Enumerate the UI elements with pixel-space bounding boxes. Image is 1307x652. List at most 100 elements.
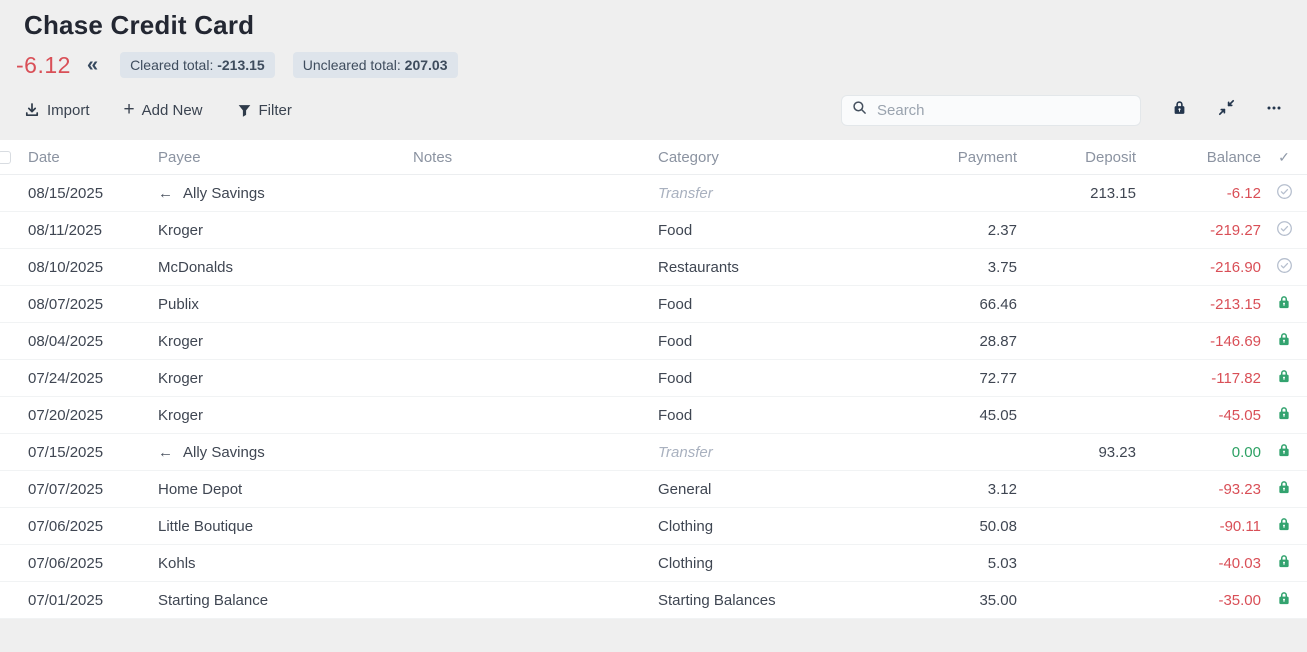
- reconciled-lock-icon[interactable]: [1276, 553, 1292, 573]
- transaction-date[interactable]: 08/11/2025: [24, 222, 152, 239]
- transaction-payment[interactable]: 3.12: [867, 481, 1017, 498]
- transaction-date[interactable]: 08/04/2025: [24, 333, 152, 350]
- transaction-deposit[interactable]: 93.23: [1017, 444, 1136, 461]
- transaction-date[interactable]: 07/20/2025: [24, 407, 152, 424]
- reconciled-lock-icon[interactable]: [1276, 516, 1292, 536]
- transaction-payee-cell[interactable]: Starting Balance: [152, 592, 407, 609]
- transactions-table: Date Payee Notes Category Payment Deposi…: [0, 140, 1307, 619]
- cleared-check-icon[interactable]: [1276, 183, 1293, 204]
- transaction-date[interactable]: 07/24/2025: [24, 370, 152, 387]
- search-box[interactable]: [841, 95, 1141, 126]
- reconciled-lock-icon[interactable]: [1276, 294, 1292, 314]
- transaction-date[interactable]: 07/01/2025: [24, 592, 152, 609]
- transaction-date[interactable]: 07/07/2025: [24, 481, 152, 498]
- transaction-category[interactable]: Food: [652, 333, 867, 350]
- transaction-category[interactable]: Restaurants: [652, 259, 867, 276]
- transaction-payee-cell[interactable]: Little Boutique: [152, 518, 407, 535]
- transaction-status-cell[interactable]: [1261, 183, 1307, 204]
- transaction-payee-cell[interactable]: Kroger: [152, 407, 407, 424]
- transaction-category[interactable]: Food: [652, 407, 867, 424]
- cleared-check-icon[interactable]: [1276, 220, 1293, 241]
- transaction-payment[interactable]: 2.37: [867, 222, 1017, 239]
- table-header-row: Date Payee Notes Category Payment Deposi…: [0, 140, 1307, 175]
- transaction-date[interactable]: 07/06/2025: [24, 518, 152, 535]
- transaction-category[interactable]: Transfer: [652, 185, 867, 202]
- transaction-payee-cell[interactable]: ← Ally Savings: [152, 444, 407, 461]
- transaction-category[interactable]: Transfer: [652, 444, 867, 461]
- reconciled-lock-icon[interactable]: [1276, 331, 1292, 351]
- transaction-balance: -90.11: [1136, 518, 1261, 535]
- transaction-status-cell[interactable]: [1261, 479, 1307, 499]
- transaction-date[interactable]: 07/06/2025: [24, 555, 152, 572]
- transaction-status-cell[interactable]: [1261, 442, 1307, 462]
- transaction-payment[interactable]: 5.03: [867, 555, 1017, 572]
- transaction-payment[interactable]: 72.77: [867, 370, 1017, 387]
- transaction-balance: -45.05: [1136, 407, 1261, 424]
- import-icon: [24, 102, 40, 118]
- transaction-payee-cell[interactable]: McDonalds: [152, 259, 407, 276]
- filter-label: Filter: [259, 102, 292, 119]
- transaction-payment[interactable]: 35.00: [867, 592, 1017, 609]
- transaction-category[interactable]: Starting Balances: [652, 592, 867, 609]
- reconciled-lock-icon[interactable]: [1276, 479, 1292, 499]
- transaction-status-cell[interactable]: [1261, 331, 1307, 351]
- transaction-payee: Kroger: [158, 222, 203, 239]
- transaction-date[interactable]: 07/15/2025: [24, 444, 152, 461]
- transaction-payee: Publix: [158, 296, 199, 313]
- transaction-date[interactable]: 08/10/2025: [24, 259, 152, 276]
- reconciled-lock-icon[interactable]: [1276, 368, 1292, 388]
- transaction-category[interactable]: Food: [652, 370, 867, 387]
- transaction-status-cell[interactable]: [1261, 553, 1307, 573]
- search-input[interactable]: [875, 101, 1130, 120]
- transaction-category[interactable]: Food: [652, 222, 867, 239]
- transaction-date[interactable]: 08/07/2025: [24, 296, 152, 313]
- collapse-transactions-button[interactable]: [1218, 99, 1235, 121]
- uncleared-total-badge: Uncleared total: 207.03: [293, 52, 458, 78]
- filter-button[interactable]: Filter: [237, 102, 292, 119]
- transaction-payee-cell[interactable]: Kroger: [152, 222, 407, 239]
- transaction-balance: -216.90: [1136, 259, 1261, 276]
- transaction-row: 08/15/2025 ← Ally Savings Transfer 213.1…: [0, 175, 1307, 212]
- transaction-status-cell[interactable]: [1261, 294, 1307, 314]
- import-button[interactable]: Import: [24, 102, 90, 119]
- transaction-category[interactable]: Clothing: [652, 555, 867, 572]
- transaction-status-cell[interactable]: [1261, 516, 1307, 536]
- transaction-payment[interactable]: 45.05: [867, 407, 1017, 424]
- transaction-payee-cell[interactable]: Kroger: [152, 370, 407, 387]
- transaction-deposit[interactable]: 213.15: [1017, 185, 1136, 202]
- collapse-totals-button[interactable]: «: [87, 55, 98, 75]
- transaction-payment[interactable]: 28.87: [867, 333, 1017, 350]
- transaction-payee-cell[interactable]: Kroger: [152, 333, 407, 350]
- transaction-category[interactable]: Food: [652, 296, 867, 313]
- select-all-checkbox[interactable]: [0, 151, 11, 164]
- transaction-payee-cell[interactable]: Publix: [152, 296, 407, 313]
- privacy-lock-button[interactable]: [1171, 99, 1188, 121]
- balance-row: -6.12 « Cleared total: -213.15 Uncleared…: [24, 50, 1283, 80]
- transaction-payee-cell[interactable]: Home Depot: [152, 481, 407, 498]
- reconciled-lock-icon[interactable]: [1276, 590, 1292, 610]
- transaction-payment[interactable]: 3.75: [867, 259, 1017, 276]
- transaction-payment[interactable]: 50.08: [867, 518, 1017, 535]
- transaction-status-cell[interactable]: [1261, 220, 1307, 241]
- transaction-status-cell[interactable]: [1261, 257, 1307, 278]
- transaction-payment[interactable]: 66.46: [867, 296, 1017, 313]
- transaction-payee-cell[interactable]: Kohls: [152, 555, 407, 572]
- cleared-check-icon[interactable]: [1276, 257, 1293, 278]
- more-options-button[interactable]: [1265, 100, 1283, 121]
- transaction-payee: Ally Savings: [183, 444, 265, 461]
- transaction-status-cell[interactable]: [1261, 405, 1307, 425]
- add-new-button[interactable]: + Add New: [124, 102, 203, 119]
- transaction-date[interactable]: 08/15/2025: [24, 185, 152, 202]
- transaction-payee: Little Boutique: [158, 518, 253, 535]
- cleared-total-badge: Cleared total: -213.15: [120, 52, 275, 78]
- transaction-status-cell[interactable]: [1261, 368, 1307, 388]
- transaction-category[interactable]: General: [652, 481, 867, 498]
- transaction-payee: Starting Balance: [158, 592, 268, 609]
- transaction-payee-cell[interactable]: ← Ally Savings: [152, 185, 407, 202]
- account-balance: -6.12: [16, 52, 71, 79]
- reconciled-lock-icon[interactable]: [1276, 405, 1292, 425]
- transaction-category[interactable]: Clothing: [652, 518, 867, 535]
- reconciled-lock-icon[interactable]: [1276, 442, 1292, 462]
- transaction-payee: Kroger: [158, 333, 203, 350]
- transaction-status-cell[interactable]: [1261, 590, 1307, 610]
